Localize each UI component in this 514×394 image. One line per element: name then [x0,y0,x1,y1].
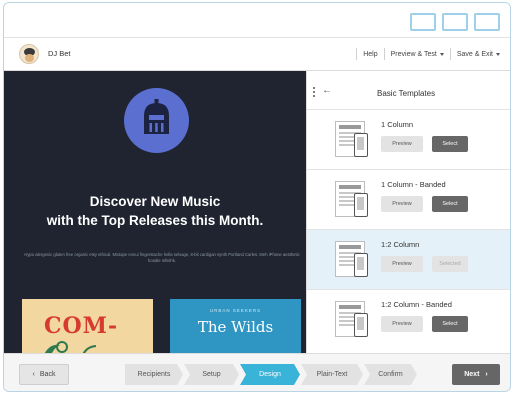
headline-line-1: Discover New Music [89,194,221,209]
template-item[interactable]: 1 Column Preview Select [307,109,510,169]
preview-button[interactable]: Preview [381,196,423,212]
preview-test-menu[interactable]: Preview & Test [391,51,444,58]
menu-divider [449,48,451,60]
headline-line-2: with the Top Releases this Month. [46,213,264,228]
window-titlebar [4,3,510,37]
next-label: Next [464,371,480,378]
mobile-layout-icon [354,193,368,217]
chevron-down-icon [496,52,500,56]
template-item[interactable]: 1:2 Column - Banded Preview Select [307,289,510,349]
email-headline: Discover New Music with the Top Releases… [4,192,306,230]
avatar[interactable] [19,44,39,64]
panel-title: Basic Templates [377,89,436,98]
chevron-left-icon: ‹ [32,371,35,378]
step-plain-text[interactable]: Plain-Text [301,364,363,385]
mobile-layout-icon [354,133,368,157]
template-name: 1 Column [381,120,414,129]
template-item[interactable]: 1 Column - Banded Preview Select [307,169,510,229]
wizard-steps: Recipients Setup Design Plain-Text Confi… [125,364,418,385]
back-label: Back [39,371,56,378]
app-header: DJ Bet Help Preview & Test Save & Exit [4,37,510,71]
wizard-footer: ‹ Back Recipients Setup Design Plain-Tex… [4,353,510,391]
select-button[interactable]: Select [432,196,468,212]
album-card-right-title: The Wilds [197,318,274,336]
mobile-layout-icon [354,253,368,277]
preview-button[interactable]: Preview [381,136,423,152]
help-label: Help [363,50,378,58]
email-blurb: Hypo alergenic gluten free organic etsy … [24,252,300,263]
step-confirm[interactable]: Confirm [364,364,417,385]
preview-button[interactable]: Preview [381,256,423,272]
template-name: 1 Column - Banded [381,180,446,189]
select-button[interactable]: Select [432,136,468,152]
template-name: 1:2 Column [381,240,420,249]
templates-panel-header: ← Basic Templates [307,71,510,109]
step-design[interactable]: Design [240,364,300,385]
back-arrow-icon[interactable]: ← [322,85,332,96]
templates-panel: ← Basic Templates 1 Column Preview Selec… [306,71,510,353]
preview-test-label: Preview & Test [390,50,437,58]
header-menu: Help Preview & Test Save & Exit [350,48,500,60]
minimize-button[interactable] [410,13,436,31]
chevron-down-icon [439,52,444,56]
email-preview[interactable]: Discover New Music with the Top Releases… [4,71,306,353]
save-exit-label: Save & Exit [456,50,493,58]
logo-circle [124,88,189,153]
save-exit-menu[interactable]: Save & Exit [457,51,500,58]
step-recipients[interactable]: Recipients [125,364,183,385]
more-vertical-icon[interactable] [313,87,316,99]
menu-divider [356,48,358,60]
chevron-right-icon: › [485,371,488,378]
mobile-layout-icon [354,313,368,337]
album-card-right-subtitle: URBAN SEEKERS [209,308,262,313]
help-link[interactable]: Help [363,51,377,58]
robot-logo-icon [144,99,169,134]
template-name: 1:2 Column - Banded [381,300,452,309]
template-item-selected[interactable]: 1:2 Column Preview Selected [307,229,510,289]
maximize-button[interactable] [442,13,468,31]
selected-button: Selected [432,256,468,272]
menu-divider [383,48,385,60]
plant-illustration-icon [44,341,97,353]
step-setup[interactable]: Setup [184,364,239,385]
next-button[interactable]: Next › [452,364,500,385]
album-card-right: URBAN SEEKERS The Wilds [170,299,301,353]
back-button[interactable]: ‹ Back [19,364,69,385]
album-card-left: COM- [22,299,153,353]
close-button[interactable] [474,13,500,31]
app-window: DJ Bet Help Preview & Test Save & Exit D… [3,2,511,392]
select-button[interactable]: Select [432,316,468,332]
user-name: DJ Bet [48,49,71,58]
preview-button[interactable]: Preview [381,316,423,332]
